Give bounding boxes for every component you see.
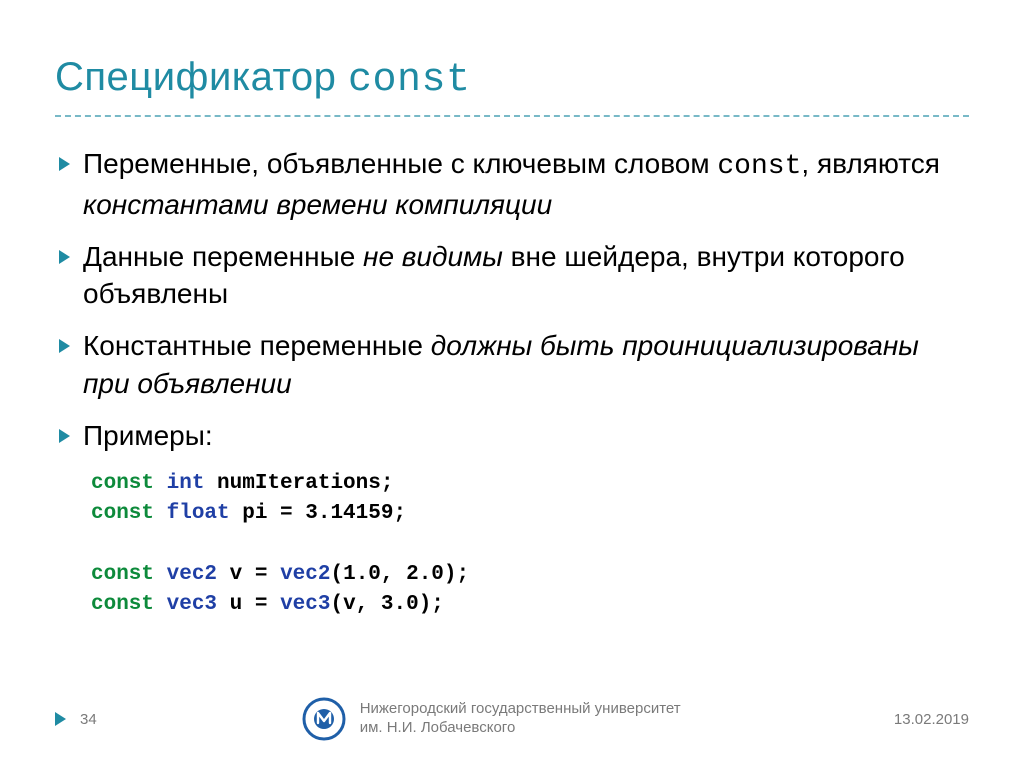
func: vec3 xyxy=(280,593,330,616)
func: vec2 xyxy=(280,563,330,586)
code-rest: u = xyxy=(217,593,280,616)
bullet-item-1: Переменные, объявленные с ключевым слово… xyxy=(55,145,969,224)
page-number: 34 xyxy=(80,711,97,728)
footer-left: 34 xyxy=(55,711,97,728)
text: Данные переменные xyxy=(83,241,363,272)
bullet-item-4: Примеры: xyxy=(55,417,969,455)
code-rest: numIterations; xyxy=(204,472,393,495)
code-block: const int numIterations; const float pi … xyxy=(91,469,969,621)
emphasis-text: не видимы xyxy=(363,241,503,272)
slide: Спецификатор const Переменные, объявленн… xyxy=(0,0,1024,621)
type: float xyxy=(167,502,230,525)
code-rest: v = xyxy=(217,563,280,586)
code-rest: (v, 3.0); xyxy=(330,593,443,616)
page-arrow-icon xyxy=(55,712,66,726)
slide-footer: 34 Нижегородский государственный универс… xyxy=(0,697,1024,741)
keyword: const xyxy=(91,593,154,616)
keyword: const xyxy=(91,563,154,586)
text: , являются xyxy=(801,148,940,179)
slide-title: Спецификатор const xyxy=(55,55,969,103)
text: Переменные, объявленные с ключевым слово… xyxy=(83,148,717,179)
footer-center: Нижегородский государственный университе… xyxy=(360,700,681,738)
title-divider xyxy=(55,115,969,117)
keyword: const xyxy=(91,502,154,525)
code-rest: (1.0, 2.0); xyxy=(330,563,469,586)
type: int xyxy=(167,472,205,495)
university-name-line1: Нижегородский государственный университе… xyxy=(360,700,681,719)
title-code: const xyxy=(348,58,471,103)
university-logo-icon xyxy=(302,697,346,741)
bullet-item-2: Данные переменные не видимы вне шейдера,… xyxy=(55,238,969,314)
type: vec2 xyxy=(167,563,217,586)
emphasis-text: константами времени компиляции xyxy=(83,189,552,220)
university-name-line2: им. Н.И. Лобачевского xyxy=(360,719,681,738)
code-rest: pi = 3.14159; xyxy=(230,502,406,525)
type: vec3 xyxy=(167,593,217,616)
bullet-item-3: Константные переменные должны быть проин… xyxy=(55,327,969,403)
title-text: Спецификатор xyxy=(55,55,348,99)
inline-code: const xyxy=(717,151,801,182)
keyword: const xyxy=(91,472,154,495)
footer-date: 13.02.2019 xyxy=(894,711,969,728)
bullet-list: Переменные, объявленные с ключевым слово… xyxy=(55,145,969,455)
text: Примеры: xyxy=(83,420,213,451)
text: Константные переменные xyxy=(83,330,431,361)
